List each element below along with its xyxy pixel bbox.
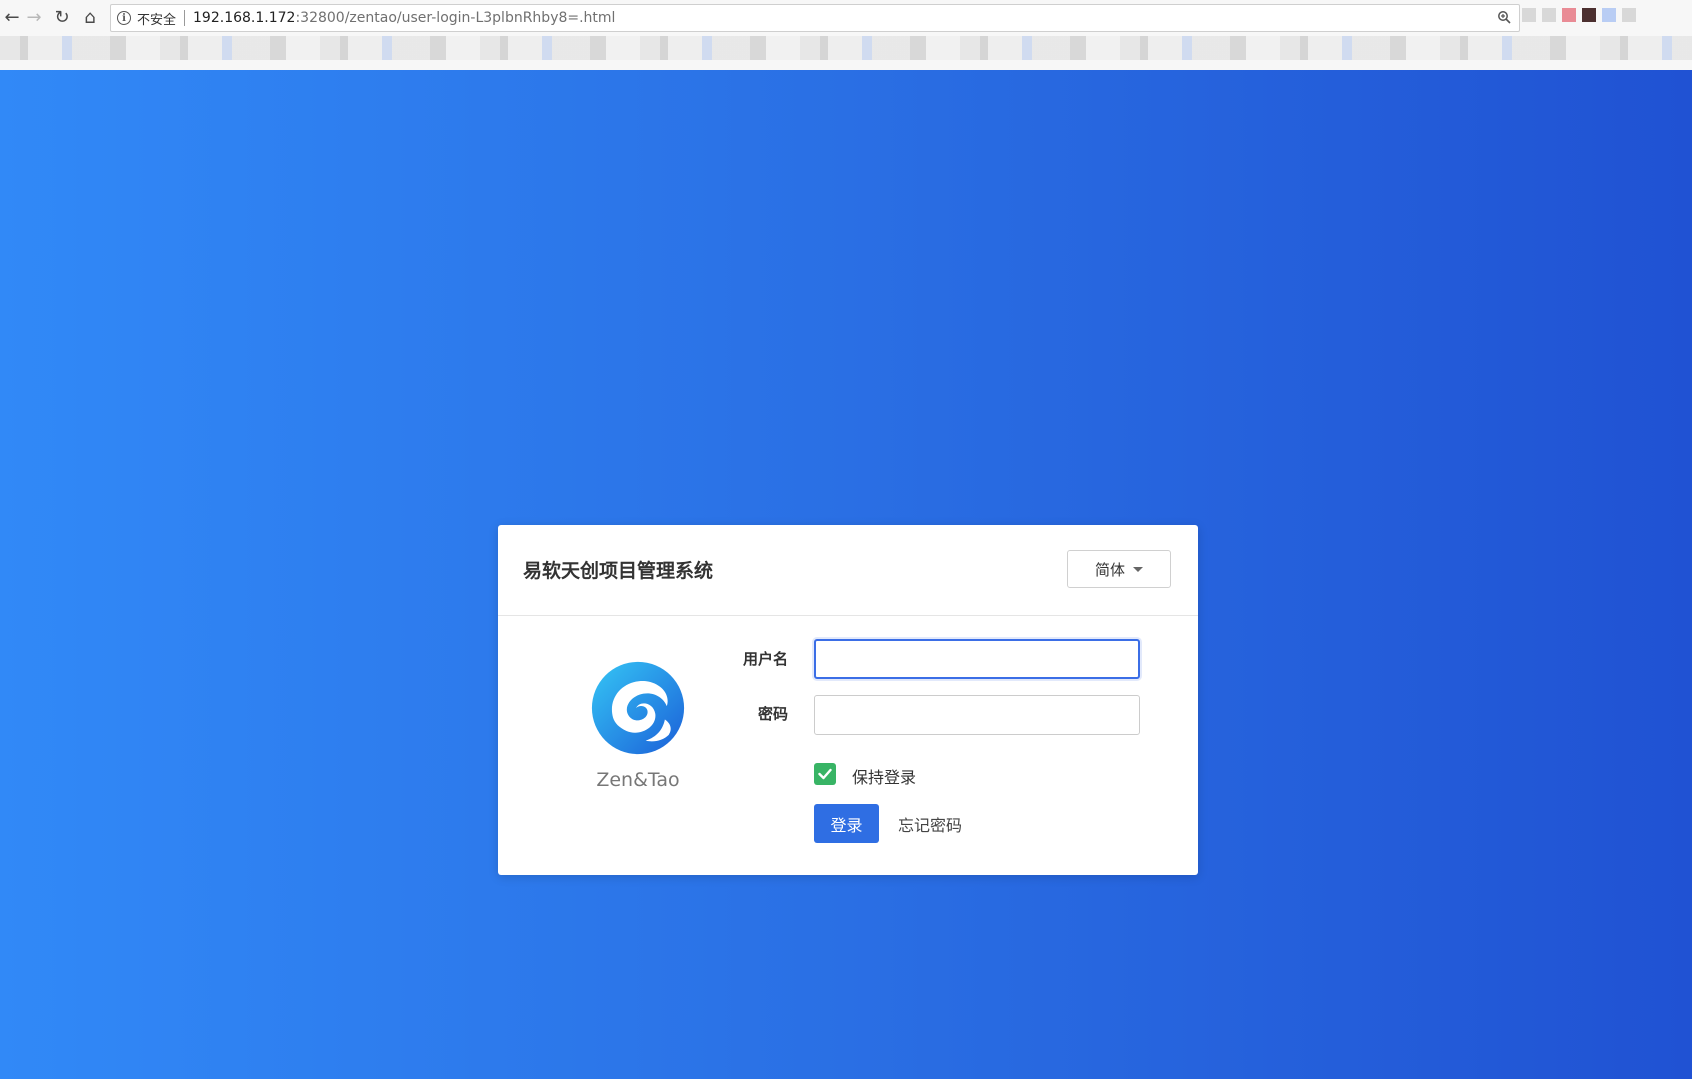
extension-icon[interactable] bbox=[1622, 8, 1636, 22]
password-label: 密码 bbox=[757, 705, 788, 723]
extension-icon[interactable] bbox=[1562, 8, 1576, 22]
extension-icon[interactable] bbox=[1522, 8, 1536, 22]
back-button[interactable]: ← bbox=[0, 6, 24, 30]
zentao-logo-icon bbox=[591, 661, 685, 755]
system-title: 易软天创项目管理系统 bbox=[523, 560, 714, 582]
url-host[interactable]: 192.168.1.172 bbox=[193, 10, 295, 26]
login-panel-header: 易软天创项目管理系统 简体 bbox=[498, 525, 1198, 616]
address-bar[interactable]: i 不安全 192.168.1.172 :32800/zentao/user-l… bbox=[110, 4, 1520, 32]
browser-toolbar: ← → ↻ ⌂ i 不安全 192.168.1.172 :32800/zenta… bbox=[0, 0, 1692, 70]
caret-down-icon bbox=[1133, 566, 1143, 572]
username-label: 用户名 bbox=[742, 650, 788, 668]
info-icon[interactable]: i bbox=[117, 11, 131, 25]
login-button[interactable]: 登录 bbox=[814, 804, 879, 843]
zoom-icon[interactable] bbox=[1497, 10, 1511, 28]
extension-icon[interactable] bbox=[1542, 8, 1556, 22]
language-dropdown[interactable]: 简体 bbox=[1067, 550, 1171, 588]
extension-icon[interactable] bbox=[1582, 8, 1596, 22]
reload-button[interactable]: ↻ bbox=[50, 6, 74, 30]
home-button[interactable]: ⌂ bbox=[78, 6, 102, 30]
check-icon bbox=[818, 768, 832, 780]
remember-me-checkbox[interactable] bbox=[814, 763, 836, 785]
extension-icon[interactable] bbox=[1602, 8, 1616, 22]
login-page-background: 易软天创项目管理系统 简体 Zen&Tao 用户名 密码 保持登录 登录 忘记密… bbox=[0, 70, 1692, 1079]
logo-text: Zen&Tao bbox=[596, 769, 680, 791]
url-path[interactable]: :32800/zentao/user-login-L3plbnRhby8=.ht… bbox=[295, 10, 615, 26]
remember-me-label[interactable]: 保持登录 bbox=[852, 764, 916, 788]
language-label: 简体 bbox=[1094, 560, 1125, 579]
forward-button[interactable]: → bbox=[22, 6, 46, 30]
password-input[interactable] bbox=[814, 695, 1140, 735]
login-panel: 易软天创项目管理系统 简体 Zen&Tao 用户名 密码 保持登录 登录 忘记密… bbox=[498, 525, 1198, 875]
forgot-password-link[interactable]: 忘记密码 bbox=[898, 812, 962, 836]
extension-icons bbox=[1522, 8, 1692, 26]
url-divider bbox=[184, 10, 186, 26]
security-status[interactable]: 不安全 bbox=[137, 9, 176, 28]
username-input[interactable] bbox=[814, 639, 1140, 679]
bookmarks-bar-blurred bbox=[0, 36, 1692, 60]
